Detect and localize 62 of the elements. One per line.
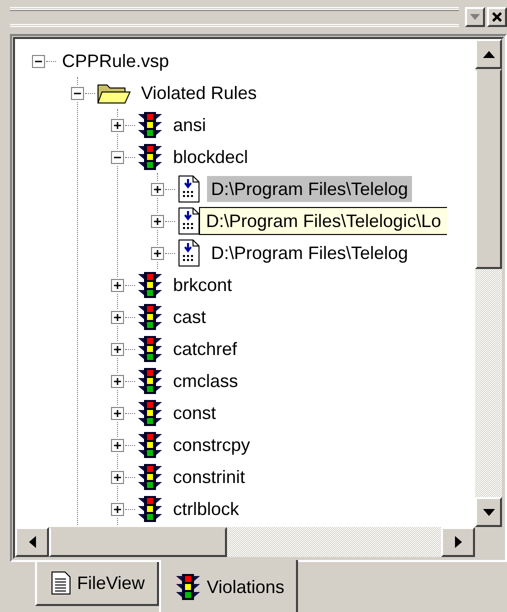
tree-item[interactable]: D:\Program Files\Telelog <box>207 176 412 202</box>
expand-toggle[interactable] <box>150 214 165 228</box>
expand-toggle[interactable] <box>110 342 125 356</box>
scroll-thumb[interactable] <box>49 527 227 557</box>
tooltip: D:\Program Files\Telelogic\Lo <box>199 207 448 235</box>
expand-toggle[interactable] <box>110 438 125 452</box>
collapse-toggle[interactable] <box>70 86 85 100</box>
down-triangle-icon <box>482 508 494 516</box>
tree-item[interactable]: Violated Rules <box>137 80 261 106</box>
tree-item[interactable]: blockdecl <box>169 144 252 170</box>
tab[interactable]: FileView <box>35 562 159 606</box>
tree-item[interactable]: ansi <box>169 112 210 138</box>
collapse-toggle[interactable] <box>31 54 46 68</box>
down-triangle-icon <box>470 14 480 20</box>
expand-toggle[interactable] <box>150 182 165 196</box>
scroll-right-button[interactable] <box>441 527 475 557</box>
expand-toggle[interactable] <box>110 470 125 484</box>
traffic-light-icon <box>137 399 163 427</box>
tree-item[interactable]: brkcont <box>169 272 236 298</box>
scroll-down-button[interactable] <box>475 497 502 527</box>
expand-toggle[interactable] <box>110 278 125 292</box>
scroll-thumb[interactable] <box>475 69 502 269</box>
tree-item[interactable]: const <box>169 400 220 426</box>
tree-item[interactable]: ctrlblock <box>169 496 244 522</box>
traffic-light-icon <box>137 111 163 139</box>
expand-toggle[interactable] <box>110 406 125 420</box>
expand-toggle[interactable] <box>110 118 125 132</box>
tree-item[interactable]: cast <box>169 304 210 330</box>
traffic-light-icon <box>137 143 163 171</box>
right-triangle-icon <box>454 536 462 548</box>
tree-item[interactable]: D:\Program Files\Telelog <box>207 240 412 266</box>
traffic-light-icon <box>137 495 163 523</box>
traffic-light-icon <box>137 431 163 459</box>
traffic-light-icon <box>137 271 163 299</box>
expand-toggle[interactable] <box>110 502 125 516</box>
traffic-light-icon <box>137 335 163 363</box>
traffic-light-icon <box>137 463 163 491</box>
tree-item[interactable]: cmclass <box>169 368 242 394</box>
close-icon <box>492 12 502 22</box>
tree-item[interactable]: constrcpy <box>169 432 254 458</box>
title-grip[interactable] <box>10 7 459 27</box>
expand-toggle[interactable] <box>110 310 125 324</box>
traffic-light-icon <box>137 303 163 331</box>
left-triangle-icon <box>28 536 36 548</box>
document-download-icon <box>177 207 201 235</box>
traffic-light-icon <box>137 367 163 395</box>
tree-item[interactable]: catchref <box>169 336 242 362</box>
scroll-up-button[interactable] <box>475 39 502 69</box>
scroll-left-button[interactable] <box>15 527 49 557</box>
tree-item[interactable]: CPPRule.vsp <box>58 48 174 74</box>
tab[interactable]: Violations <box>158 560 298 612</box>
up-triangle-icon <box>482 50 494 58</box>
document-download-icon <box>177 175 201 203</box>
expand-toggle[interactable] <box>110 374 125 388</box>
expand-toggle[interactable] <box>150 246 165 260</box>
dropdown-button[interactable] <box>465 7 485 27</box>
tree-item[interactable]: constrinit <box>169 464 250 490</box>
document-download-icon <box>177 239 201 267</box>
traffic-light-icon <box>174 573 201 601</box>
document-icon <box>51 571 71 595</box>
close-button[interactable] <box>487 7 507 27</box>
collapse-toggle[interactable] <box>110 150 125 164</box>
